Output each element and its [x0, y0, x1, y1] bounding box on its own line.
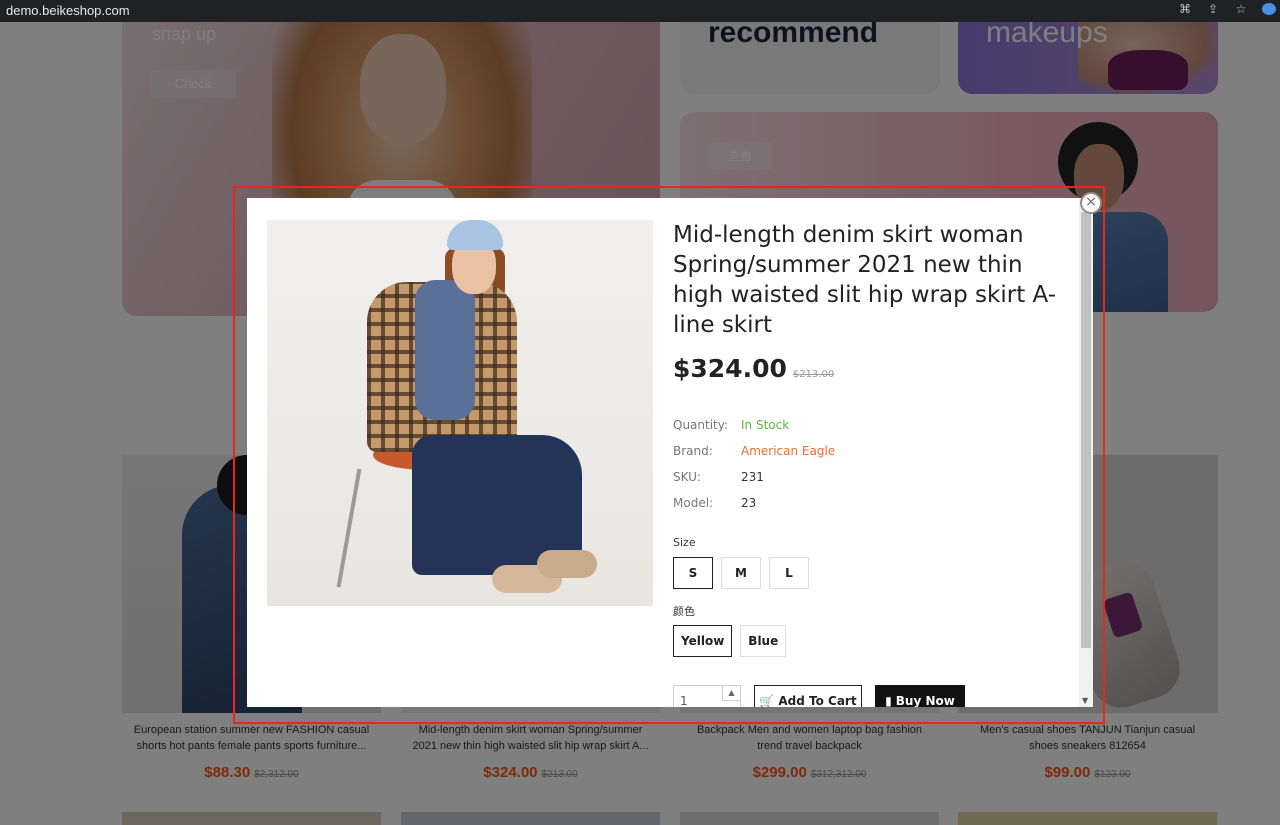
color-label: 颜色 — [673, 605, 695, 618]
attribute-model: Model: 23 — [673, 496, 757, 510]
star-icon[interactable]: ☆ — [1234, 2, 1248, 16]
share-icon[interactable]: ⇪ — [1206, 2, 1220, 16]
scroll-down-icon[interactable]: ▼ — [1082, 696, 1088, 705]
color-option-blue[interactable]: Blue — [740, 625, 787, 657]
browser-toolbar: demo.beikeshop.com ⌘ ⇪ ☆ — [0, 0, 1280, 22]
size-options: S M L — [673, 557, 809, 589]
size-option-s[interactable]: S — [673, 557, 713, 589]
chevron-up-icon[interactable]: ▲ — [722, 686, 740, 701]
color-options: Yellow Blue — [673, 625, 787, 657]
brand-link[interactable]: American Eagle — [741, 444, 835, 470]
cart-icon: 🛒 — [759, 694, 775, 707]
attribute-quantity: Quantity: In Stock — [673, 418, 790, 432]
attribute-sku: SKU: 231 — [673, 470, 764, 484]
product-main-image — [267, 220, 653, 606]
quantity-value[interactable]: 1 — [680, 694, 688, 707]
scrollbar-thumb[interactable] — [1081, 212, 1091, 648]
bag-icon: ▮ — [885, 694, 892, 707]
product-attributes: Quantity: In Stock Brand: American Eagle S… — [673, 418, 835, 522]
address-bar-url[interactable]: demo.beikeshop.com — [6, 3, 130, 18]
current-price: $324.00 — [673, 354, 787, 383]
modal-scrollbar[interactable]: ▼ — [1079, 198, 1093, 707]
product-price: $324.00 $213.00 — [673, 354, 834, 383]
color-option-yellow[interactable]: Yellow — [673, 625, 733, 657]
buy-now-button[interactable]: ▮ Buy Now — [875, 685, 965, 707]
browser-icons: ⌘ ⇪ ☆ — [1178, 2, 1276, 16]
translate-icon[interactable]: ⌘ — [1178, 2, 1192, 16]
quantity-stepper[interactable]: 1 ▲ — [673, 685, 741, 707]
size-label: Size — [673, 536, 696, 549]
close-icon[interactable]: × — [1080, 192, 1102, 214]
profile-icon[interactable] — [1262, 3, 1276, 15]
product-title: Mid-length denim skirt woman Spring/summ… — [673, 222, 1057, 338]
size-option-m[interactable]: M — [721, 557, 761, 589]
original-price: $213.00 — [792, 369, 835, 380]
size-option-l[interactable]: L — [769, 557, 809, 589]
add-to-cart-button[interactable]: 🛒 Add To Cart — [754, 685, 862, 707]
attribute-brand: Brand: American Eagle — [673, 444, 835, 470]
quick-view-modal: Mid-length denim skirt woman Spring/summ… — [247, 198, 1093, 707]
